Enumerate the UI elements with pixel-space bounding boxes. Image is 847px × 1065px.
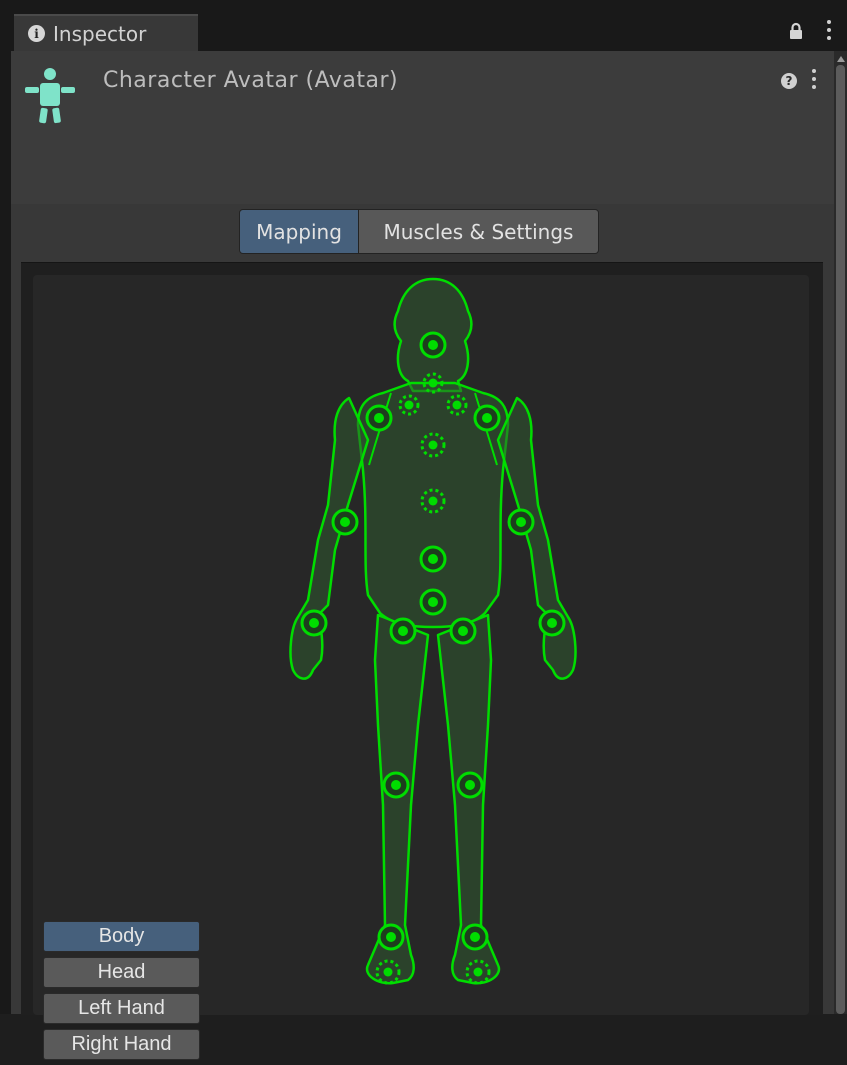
joint-marker-dot [428, 597, 438, 607]
avatar-canvas [33, 275, 809, 1015]
optional-joint-marker-dot [473, 967, 483, 977]
tab-muscles-settings[interactable]: Muscles & Settings [359, 210, 598, 253]
tab-mapping[interactable]: Mapping [240, 210, 359, 253]
avatar-body-diagram [289, 277, 577, 985]
body-part-selector: Body Head Left Hand Right Hand [43, 921, 200, 1065]
optional-joint-marker-dot [428, 378, 438, 388]
joint-marker-dot [465, 780, 475, 790]
joint-marker-dot [374, 413, 384, 423]
joint-marker-dot [340, 517, 350, 527]
optional-joint-marker-dot [383, 967, 393, 977]
body-part-right-hand-button[interactable]: Right Hand [43, 1029, 200, 1060]
help-icon[interactable]: ? [781, 73, 797, 89]
joint-marker-dot [398, 626, 408, 636]
avatar-viewport: Body Head Left Hand Right Hand [21, 262, 823, 1060]
joint-marker-dot [428, 554, 438, 564]
mapping-tab-bar: Mapping Muscles & Settings [239, 209, 599, 254]
info-icon: i [28, 25, 45, 42]
window-border [0, 51, 11, 1014]
tab-bar: i Inspector [0, 0, 847, 51]
inspector-header: Character Avatar (Avatar) ? [11, 51, 834, 205]
optional-joint-marker-dot [428, 496, 438, 506]
optional-joint-marker-dot [428, 440, 438, 450]
page-title: Character Avatar (Avatar) [103, 68, 399, 93]
joint-marker-dot [309, 618, 319, 628]
tab-inspector[interactable]: i Inspector [14, 14, 198, 51]
window-menu-icon[interactable] [826, 20, 832, 42]
joint-marker-dot [386, 932, 396, 942]
lock-icon[interactable] [787, 22, 805, 40]
inspector-content: Mapping Muscles & Settings Body Head Lef… [11, 204, 834, 1060]
joint-marker-dot [516, 517, 526, 527]
joint-marker-dot [482, 413, 492, 423]
scrollbar-thumb[interactable] [836, 65, 845, 1014]
scroll-up-icon[interactable] [837, 56, 845, 62]
joint-marker-dot [547, 618, 557, 628]
joint-marker-dot [428, 340, 438, 350]
component-menu-icon[interactable] [811, 69, 817, 91]
joint-marker-dot [470, 932, 480, 942]
optional-joint-marker-dot [452, 400, 462, 410]
avatar-icon [25, 68, 75, 124]
vertical-scrollbar[interactable] [834, 51, 847, 1014]
body-part-body-button[interactable]: Body [43, 921, 200, 952]
body-part-head-button[interactable]: Head [43, 957, 200, 988]
tab-label: Inspector [53, 21, 147, 46]
joint-marker-dot [391, 780, 401, 790]
optional-joint-marker-dot [404, 400, 414, 410]
body-part-left-hand-button[interactable]: Left Hand [43, 993, 200, 1024]
joint-marker-dot [458, 626, 468, 636]
